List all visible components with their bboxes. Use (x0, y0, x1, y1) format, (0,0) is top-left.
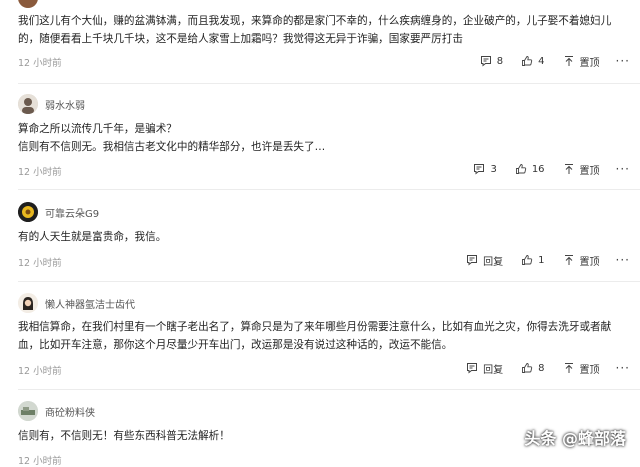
comment-actions: 3 16 置顶 ··· (455, 161, 630, 177)
avatar[interactable] (18, 0, 38, 8)
username[interactable]: 弱水水弱 (45, 97, 85, 112)
comment-user: 懒人神器氩洁士齿代 (18, 293, 135, 313)
reply-label: 回复 (483, 256, 504, 268)
comment-icon (474, 164, 485, 175)
comment-time: 12 小时前 (18, 258, 62, 269)
avatar-image (18, 94, 38, 114)
pin-top-icon (564, 363, 573, 373)
pin-top-icon (564, 164, 573, 174)
like-count: 16 (531, 163, 545, 175)
comment-time: 12 小时前 (18, 366, 62, 377)
divider (18, 389, 640, 390)
pin-label: 置顶 (579, 364, 600, 376)
thumbs-up-icon (522, 56, 533, 66)
comment-icon (467, 363, 478, 374)
reply-label: 回复 (483, 364, 504, 376)
pin-button[interactable]: 置顶 (563, 162, 600, 177)
username[interactable]: 商砼粉料侠 (45, 404, 95, 419)
thumbs-up-icon (522, 363, 533, 373)
avatar[interactable] (18, 401, 38, 421)
comment-actions: 回复 8 置顶 ··· (448, 360, 630, 376)
comment-text: 有的人天生就是富贵命，我信。 (18, 231, 167, 243)
comment-user: 商砼粉料侠 (18, 401, 95, 421)
pin-top-icon (564, 255, 573, 265)
comment-actions: 回复 1 置顶 ··· (448, 252, 630, 268)
comment-user: 弱水水弱 (18, 94, 85, 114)
comment-actions: 8 4 置顶 ··· (462, 53, 630, 69)
watermark: 头条 @蜂部落 (524, 429, 626, 448)
username[interactable]: 懒人神器氩洁士齿代 (45, 296, 135, 311)
pin-label: 置顶 (579, 256, 600, 268)
reply-button[interactable]: 8 (480, 55, 503, 67)
comment-user: 可靠云朵G9 (18, 202, 99, 222)
divider (18, 83, 640, 84)
pin-top-icon (564, 56, 573, 66)
like-count: 1 (538, 254, 545, 266)
avatar-image (18, 293, 38, 313)
reply-button[interactable]: 回复 (466, 253, 503, 268)
avatar-image (18, 401, 38, 421)
comment-time: 12 小时前 (18, 456, 62, 467)
more-icon[interactable]: ··· (616, 162, 630, 176)
reply-count: 3 (490, 163, 497, 175)
pin-button[interactable]: 置顶 (563, 253, 600, 268)
like-button[interactable]: 8 (521, 362, 545, 374)
pin-label: 置顶 (579, 57, 600, 69)
more-icon[interactable]: ··· (616, 54, 630, 68)
like-count: 4 (538, 55, 545, 67)
pin-label: 置顶 (579, 165, 600, 177)
comment-icon (467, 255, 478, 266)
like-button[interactable]: 4 (521, 55, 545, 67)
comment-text: 算命之所以流传几千年，是骗术？ 信则有不信则无。我相信古老文化中的精华部分，也许… (18, 123, 326, 153)
more-icon[interactable]: ··· (616, 361, 630, 375)
comment-text: 我们这儿有个大仙，赚的盆满钵满，而且我发现，来算命的都是家门不幸的，什么疾病缠身… (18, 15, 612, 45)
thumbs-up-icon (522, 255, 533, 265)
avatar-image (18, 202, 38, 222)
username[interactable]: 可靠云朵G9 (45, 205, 99, 220)
avatar[interactable] (18, 94, 38, 114)
like-count: 8 (538, 362, 545, 374)
comment-time: 12 小时前 (18, 167, 62, 178)
thumbs-up-icon (515, 164, 526, 174)
reply-button[interactable]: 3 (473, 163, 497, 175)
comment-time: 12 小时前 (18, 58, 62, 69)
pin-button[interactable]: 置顶 (563, 54, 600, 69)
divider (18, 281, 640, 282)
reply-button[interactable]: 回复 (466, 361, 503, 376)
more-icon[interactable]: ··· (616, 253, 630, 267)
comment-user (18, 0, 45, 8)
avatar[interactable] (18, 202, 38, 222)
like-button[interactable]: 16 (515, 163, 545, 175)
avatar[interactable] (18, 293, 38, 313)
comment-icon (480, 56, 491, 67)
comment-text: 我相信算命，在我们村里有一个瞎子老出名了，算命只是为了来年哪些月份需要注意什么，… (18, 321, 612, 351)
divider (18, 189, 640, 190)
reply-count: 8 (496, 55, 504, 67)
like-button[interactable]: 1 (521, 254, 545, 266)
pin-button[interactable]: 置顶 (563, 361, 600, 376)
